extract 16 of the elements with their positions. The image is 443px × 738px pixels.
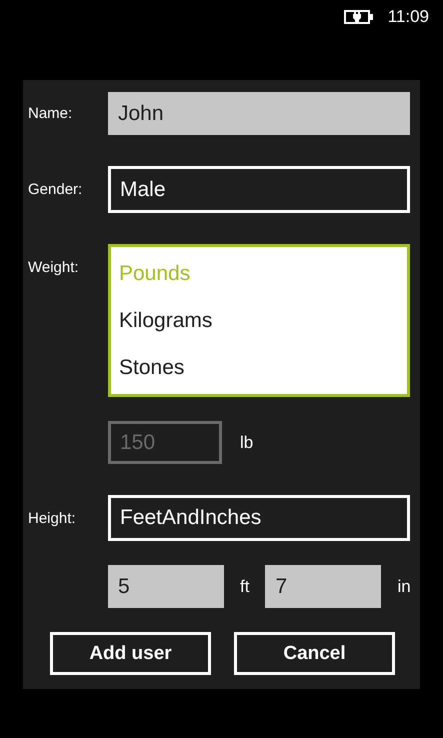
name-field[interactable]: John [108,92,410,135]
feet-field[interactable]: 5 [108,565,224,608]
charging-battery-icon [344,10,374,24]
gender-picker[interactable]: Male [108,166,410,213]
cancel-button[interactable]: Cancel [234,632,395,675]
height-label: Height: [28,510,77,526]
height-mode-picker[interactable]: FeetAndInches [108,495,410,541]
feet-unit: ft [240,576,250,596]
weight-unit: lb [240,432,254,452]
gender-label: Gender: [28,181,84,198]
add-user-button[interactable]: Add user [50,632,211,675]
name-label: Name: [28,105,74,122]
clock-time: 11:09 [388,7,429,27]
weight-label: Weight: [28,258,80,276]
inches-unit: in [397,576,411,596]
inches-field[interactable]: 7 [265,565,382,608]
